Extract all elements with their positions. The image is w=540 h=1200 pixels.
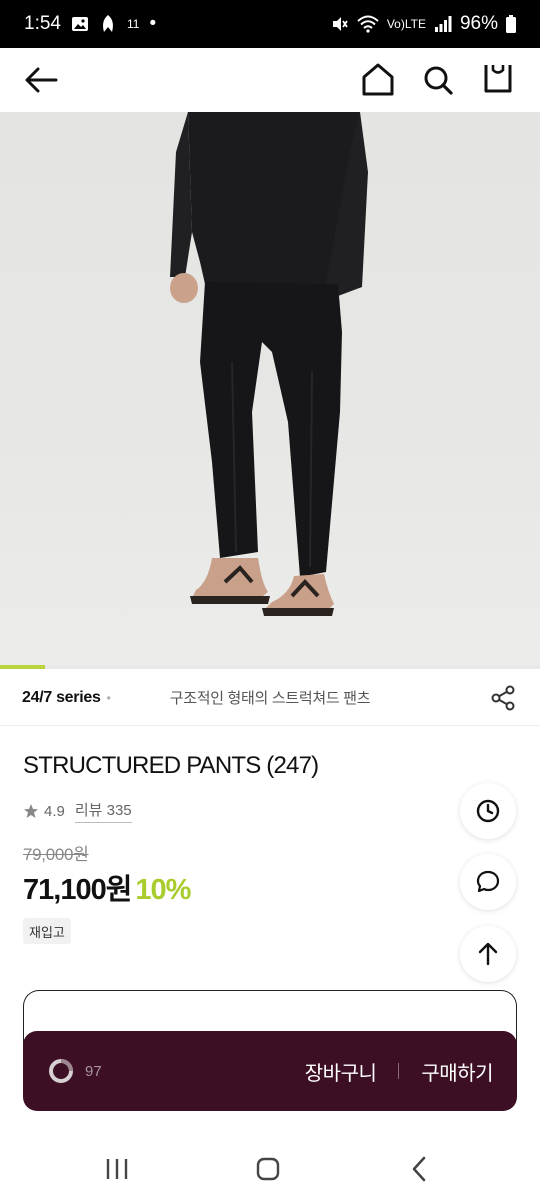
original-price: 79,000원 <box>23 845 89 864</box>
gallery-progress-bar <box>0 665 540 669</box>
status-bar: 1:54 11 • Vo)LTE 96% <box>0 0 540 48</box>
home-icon[interactable] <box>358 60 398 100</box>
purchase-bar: 97 장바구니 구매하기 <box>23 1031 517 1111</box>
product-photo <box>170 112 368 616</box>
system-nav-bar <box>0 1136 540 1200</box>
product-image[interactable] <box>0 112 540 669</box>
like-count: 97 <box>85 1062 102 1080</box>
cart-button[interactable]: 장바구니 <box>305 1057 377 1086</box>
top-navigation <box>0 48 540 112</box>
network-label: Vo)LTE <box>386 17 426 31</box>
restock-badge: 재입고 <box>23 918 71 944</box>
sale-price: 71,100원 <box>23 874 132 906</box>
discount-rate: 10% <box>135 874 191 906</box>
scroll-top-button[interactable] <box>460 926 516 982</box>
sale-price-row: 71,100원 10% <box>23 866 191 908</box>
signal-icon <box>434 16 452 32</box>
mute-icon <box>331 15 349 33</box>
back-arrow-icon[interactable] <box>22 60 62 100</box>
series-dot: • <box>106 690 111 705</box>
battery-percent: 96% <box>459 13 498 34</box>
rating-row: 4.9 리뷰 335 <box>23 799 132 823</box>
app-notification-icon <box>99 14 117 34</box>
recent-view-button[interactable] <box>460 783 516 839</box>
gallery-icon <box>71 15 89 33</box>
buy-bar-divider <box>398 1063 400 1079</box>
like-button[interactable]: 97 <box>47 1057 102 1085</box>
chat-button[interactable] <box>460 854 516 910</box>
recent-apps-icon[interactable] <box>102 1154 132 1184</box>
share-icon[interactable] <box>490 684 518 712</box>
product-title: STRUCTURED PANTS (247) <box>23 752 319 779</box>
wifi-icon <box>357 15 379 33</box>
carrier-label: 11 <box>126 17 140 31</box>
battery-icon <box>506 15 516 33</box>
series-name[interactable]: 24/7 series <box>22 689 101 707</box>
review-link[interactable]: 리뷰 335 <box>74 799 132 823</box>
gallery-progress-fill <box>0 665 45 669</box>
series-row: 24/7 series • 구조적인 형태의 스트럭쳐드 팬츠 <box>0 670 540 726</box>
status-dot: • <box>149 13 157 34</box>
back-nav-icon[interactable] <box>405 1154 435 1184</box>
chat-bubble-icon <box>476 870 500 893</box>
rating-value: 4.9 <box>44 802 65 820</box>
home-nav-icon[interactable] <box>253 1154 283 1184</box>
like-ring-icon <box>49 1059 73 1083</box>
search-icon[interactable] <box>418 60 458 100</box>
buy-now-button[interactable]: 구매하기 <box>421 1057 493 1086</box>
arrow-up-icon <box>478 942 498 966</box>
star-icon <box>23 803 39 819</box>
shopping-bag-icon[interactable] <box>478 58 518 98</box>
clock-icon <box>476 799 500 823</box>
status-time: 1:54 <box>24 13 61 34</box>
